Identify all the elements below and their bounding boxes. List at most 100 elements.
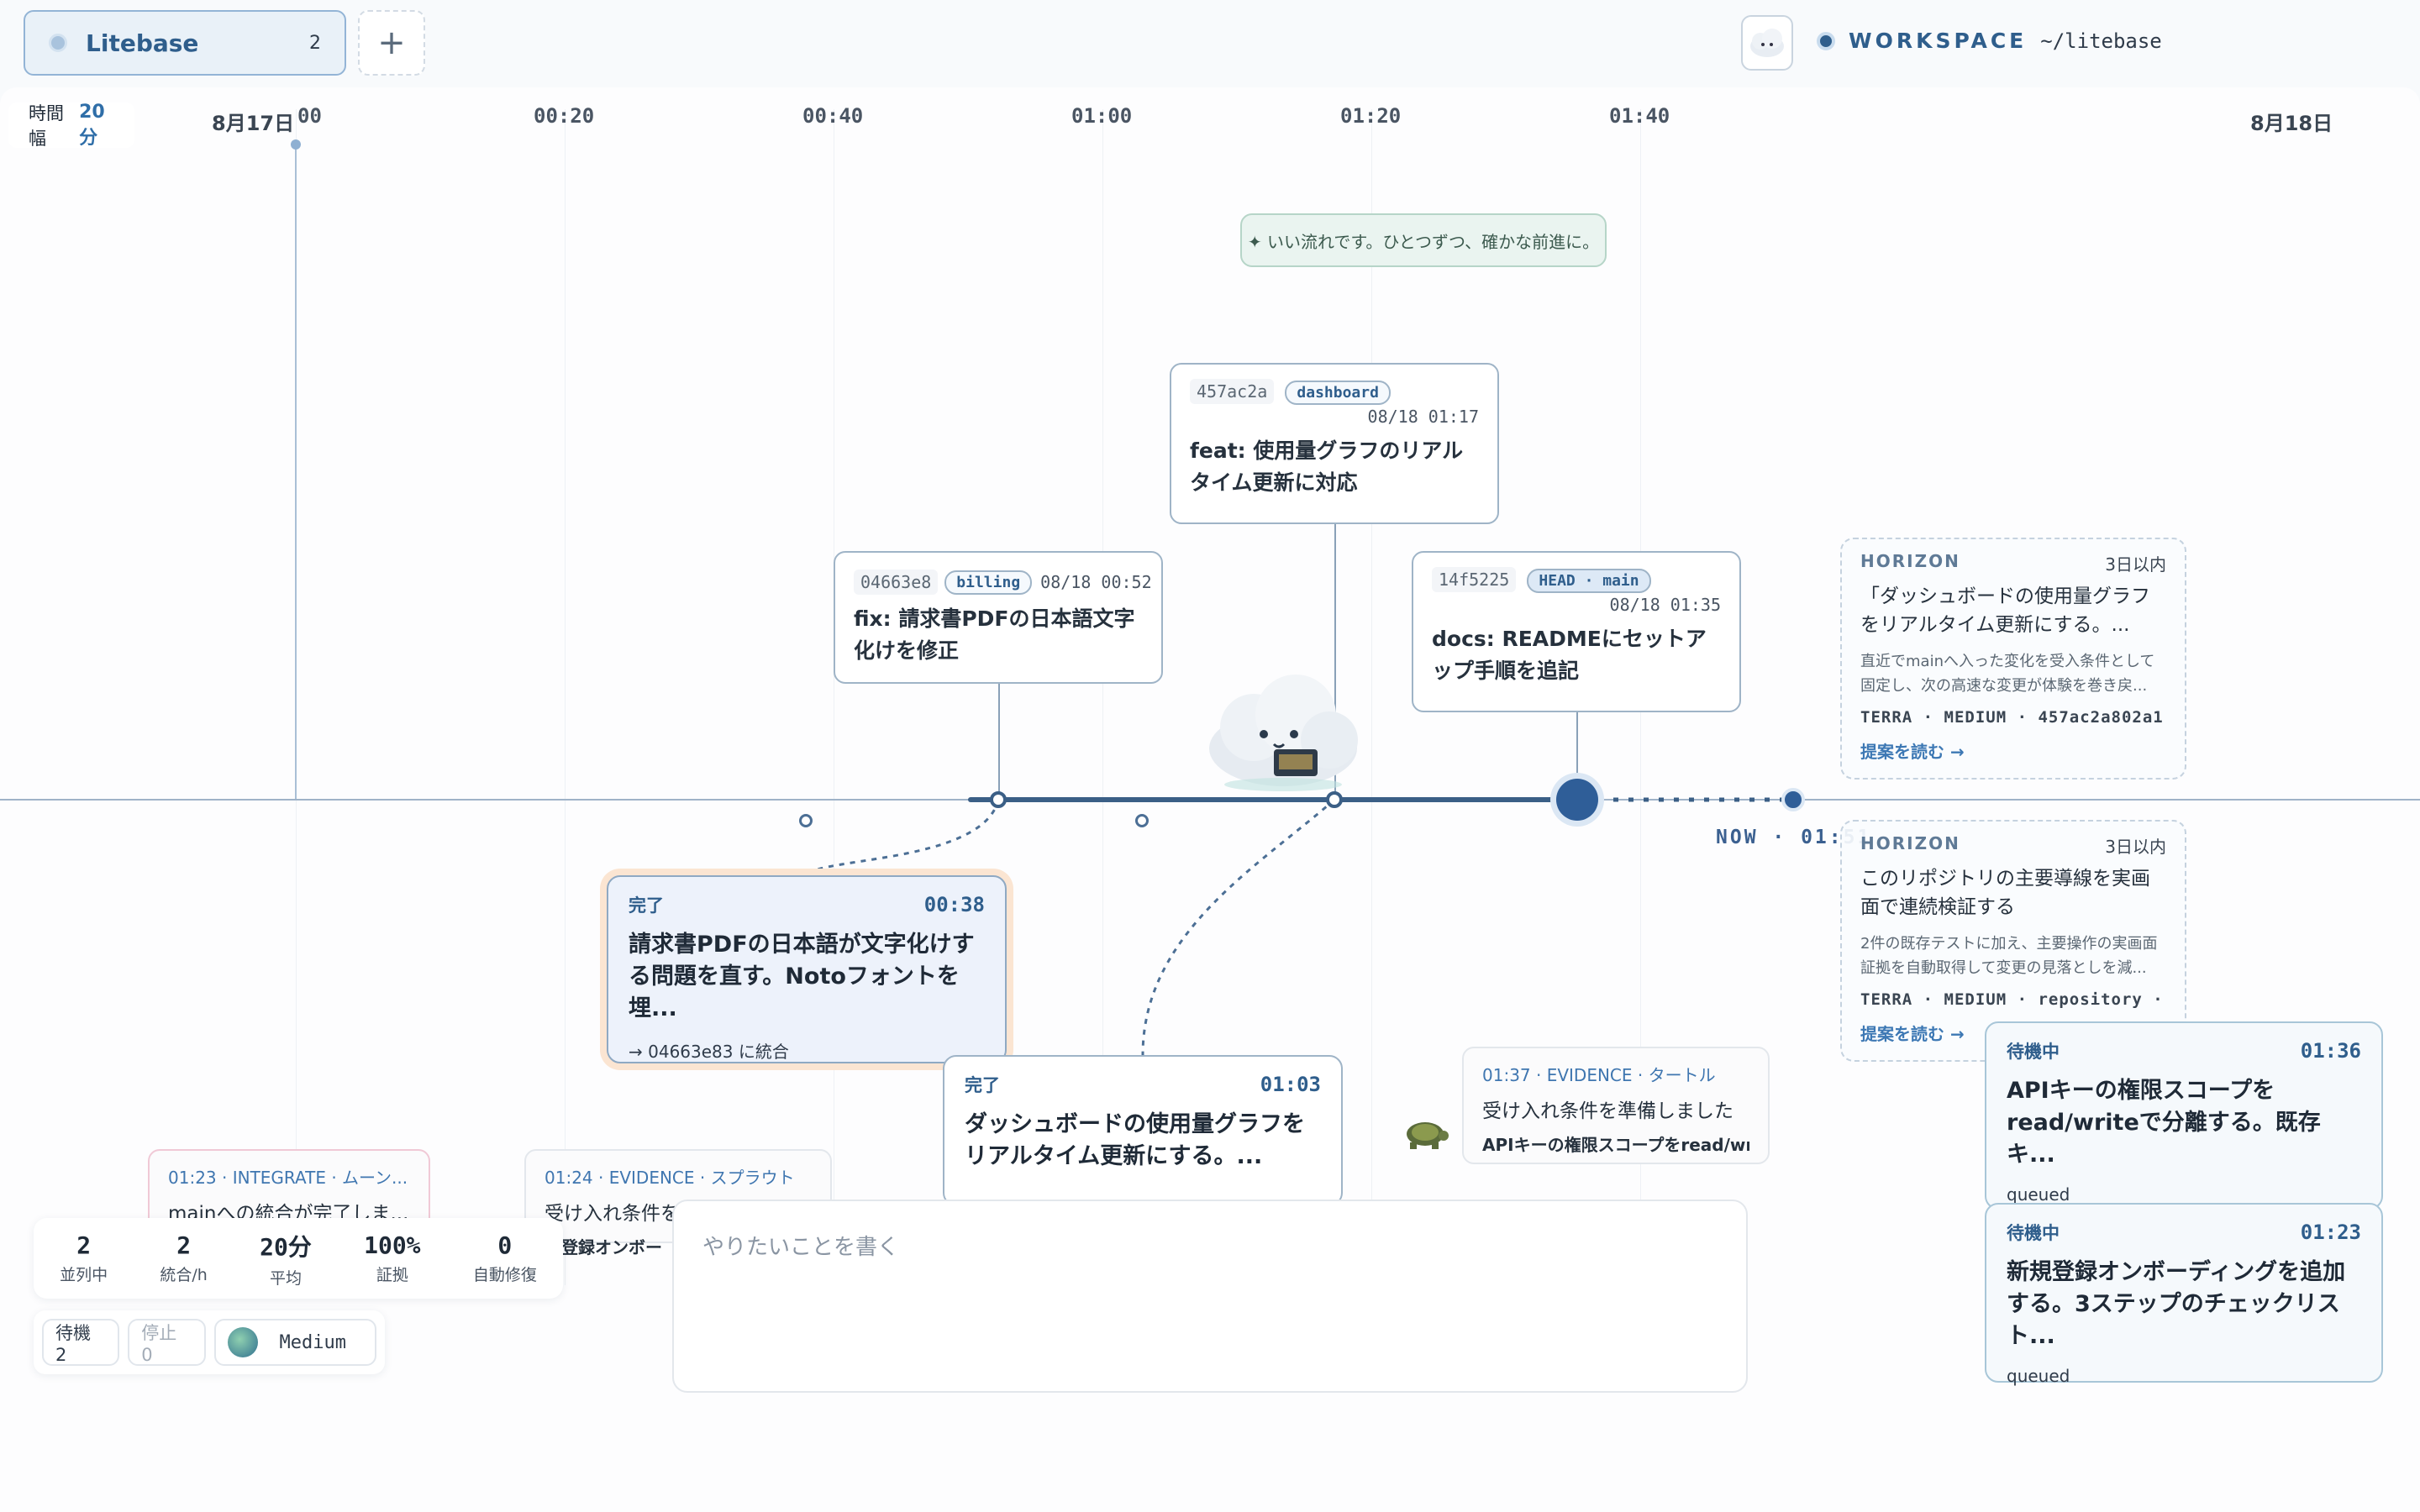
job-time: 01:23 <box>2300 1221 2361 1244</box>
stat-label: 統合/h <box>160 1266 208 1284</box>
pending-node[interactable] <box>799 814 813 827</box>
stat-label: 自動修復 <box>472 1266 537 1284</box>
job-status: 完了 <box>629 895 664 916</box>
horizon-due: 3日以内 <box>2105 554 2166 575</box>
branch-badge: billing <box>944 570 1033 595</box>
commit-message: feat: 使用量グラフのリアルタイム更新に対応 <box>1190 438 1464 495</box>
stat-parallel: 2 並列中 <box>60 1231 108 1285</box>
model-selector[interactable]: Medium <box>213 1319 376 1366</box>
date-start: 8月17日 <box>212 112 295 135</box>
pending-node[interactable] <box>1135 814 1149 827</box>
commit-message: fix: 請求書PDFの日本語文字化けを修正 <box>854 606 1135 663</box>
job-time: 01:03 <box>1260 1073 1321 1096</box>
read-proposal-link[interactable]: 提案を読む → <box>1860 738 2166 763</box>
horizon-key: HORIZON <box>1860 833 1960 853</box>
tick-label: 00:20 <box>534 104 595 128</box>
task-composer-input[interactable]: やりたいことを書く <box>672 1200 1748 1393</box>
horizon-desc: 2件の既存テストに加え、主要操作の実画面証拠を自動取得して変更の見落としを減..… <box>1860 935 2158 977</box>
tick-label: 01:40 <box>1609 104 1670 128</box>
workspace-path: ~/litebase <box>2040 29 2162 53</box>
now-node[interactable] <box>1781 788 1805 811</box>
tick-label: 00 <box>297 104 322 128</box>
stat-autofix: 0 自動修復 <box>473 1231 537 1285</box>
workspace-tab[interactable]: Litebase 2 <box>24 10 346 76</box>
tick-label: 01:00 <box>1071 104 1133 128</box>
workspace-indicator <box>1817 31 1835 50</box>
commit-hash: 457ac2a <box>1190 379 1275 404</box>
job-status: 完了 <box>965 1075 1000 1095</box>
add-tab-button[interactable]: + <box>358 10 425 76</box>
commit-date: 08/18 00:52 <box>1040 572 1152 592</box>
head-commit-node[interactable] <box>1556 779 1598 821</box>
stat-value: 2 <box>176 1231 192 1259</box>
commit-hash: 04663e8 <box>854 570 939 595</box>
day-start-marker <box>295 144 297 800</box>
gridline <box>565 109 566 1285</box>
stat-label: 平均 <box>269 1268 302 1288</box>
job-queue-state: queued <box>2007 1184 2070 1205</box>
zoom-label: 時間幅 <box>29 103 64 149</box>
workspace-tab-name: Litebase <box>86 29 199 57</box>
job-card[interactable]: 完了 00:38 請求書PDFの日本語が文字化けする問題を直す。Notoフォント… <box>607 875 1007 1063</box>
job-card[interactable]: 完了 01:03 ダッシュボードの使用量グラフをリアルタイム更新にする。... <box>943 1055 1343 1206</box>
commit-card[interactable]: 457ac2a dashboard 08/18 01:17 feat: 使用量グ… <box>1170 363 1499 524</box>
stat-label: 並列中 <box>60 1266 108 1284</box>
job-time: 00:38 <box>923 893 985 916</box>
horizon-desc: 直近でmainへ入った変化を受入条件として固定し、次の高速な変更が体験を巻き戻.… <box>1860 653 2155 695</box>
cloud-mascot-icon <box>1209 675 1358 791</box>
horizon-meta: TERRA · MEDIUM · 457ac2a802a1... <box>1860 708 2166 727</box>
stat-integrations: 2 統合/h <box>160 1231 207 1285</box>
stat-label: 証拠 <box>376 1266 408 1284</box>
workspace-key: WORKSPACE <box>1849 29 2028 53</box>
horizon-key: HORIZON <box>1860 551 1960 571</box>
zoom-control[interactable]: 時間幅 20分 <box>8 101 134 149</box>
horizon-title: 「ダッシュボードの使用量グラフをリアルタイム更新にする。... <box>1860 585 2150 636</box>
tick-label: 01:20 <box>1340 104 1402 128</box>
activity-header: 01:37 · EVIDENCE · タートル <box>1482 1065 1716 1085</box>
cloud-icon <box>1750 29 1784 57</box>
horizon-due: 3日以内 <box>2105 837 2166 857</box>
stat-value: 100% <box>364 1231 421 1259</box>
commit-hash: 14f5225 <box>1432 567 1517 592</box>
job-card[interactable]: 待機中 01:36 APIキーの権限スコープをread/writeで分離する。既… <box>1985 1021 2383 1210</box>
horizon-meta: TERRA · MEDIUM · repository ·... <box>1860 990 2166 1009</box>
job-status: 待機中 <box>2007 1223 2060 1243</box>
zoom-value: 20分 <box>79 101 105 149</box>
date-end: 8月18日 <box>2250 112 2333 135</box>
activity-card[interactable]: 01:37 · EVIDENCE · タートル 受け入れ条件を準備しました AP… <box>1462 1047 1770 1164</box>
horizon-title: このリポジトリの主要導線を実画面で連続検証する <box>1860 868 2150 918</box>
stat-value: 2 <box>76 1231 92 1259</box>
branch-badge: dashboard <box>1285 381 1391 405</box>
commit-node[interactable] <box>990 791 1007 808</box>
job-queue-state: queued <box>2007 1366 2070 1386</box>
waiting-button[interactable]: 待機 2 <box>42 1319 120 1366</box>
tick-label: 00:40 <box>802 104 864 128</box>
commit-card[interactable]: 14f5225 HEAD · main 08/18 01:35 docs: RE… <box>1412 551 1741 712</box>
stats-panel: 2 並列中 2 統合/h 20分 平均 100% 証拠 0 自動修復 <box>34 1218 563 1299</box>
future-dotted-line <box>1598 797 1783 802</box>
job-title: 新規登録オンボーディングを追加する。3ステップのチェックリスト... <box>2007 1259 2346 1349</box>
agent-avatar[interactable] <box>1741 15 1793 71</box>
stat-evidence: 100% 証拠 <box>364 1231 420 1285</box>
activity-subject: APIキーの権限スコープをread/wri... <box>1482 1135 1749 1155</box>
workspace-label: WORKSPACE ~/litebase <box>1817 29 2162 53</box>
plus-icon: + <box>377 24 406 62</box>
gridline <box>1371 109 1372 1285</box>
stat-value: 20分 <box>260 1232 312 1261</box>
activity-header: 01:24 · EVIDENCE · スプラウト <box>544 1168 795 1188</box>
stopped-button[interactable]: 停止 0 <box>128 1319 206 1366</box>
job-title: ダッシュボードの使用量グラフをリアルタイム更新にする。... <box>965 1111 1305 1169</box>
composer-placeholder: やりたいことを書く <box>702 1235 900 1260</box>
model-label: Medium <box>279 1331 346 1353</box>
commit-connector <box>998 682 1000 800</box>
activity-header: 01:23 · INTEGRATE · ムーン... <box>168 1168 408 1188</box>
globe-icon <box>227 1327 258 1357</box>
job-status: 待機中 <box>2007 1042 2060 1062</box>
encouragement-toast: ✦ いい流れです。ひとつずつ、確かな前進に。 <box>1240 213 1607 267</box>
activity-body: 受け入れ条件を準備しました <box>1482 1100 1733 1122</box>
horizon-card[interactable]: HORIZON 3日以内 「ダッシュボードの使用量グラフをリアルタイム更新にする… <box>1840 538 2186 780</box>
commit-card[interactable]: 04663e8 billing 08/18 00:52 fix: 請求書PDFの… <box>834 551 1163 684</box>
workspace-status-dot <box>49 34 67 52</box>
stat-value: 0 <box>497 1231 513 1259</box>
job-card[interactable]: 待機中 01:23 新規登録オンボーディングを追加する。3ステップのチェックリス… <box>1985 1203 2383 1386</box>
